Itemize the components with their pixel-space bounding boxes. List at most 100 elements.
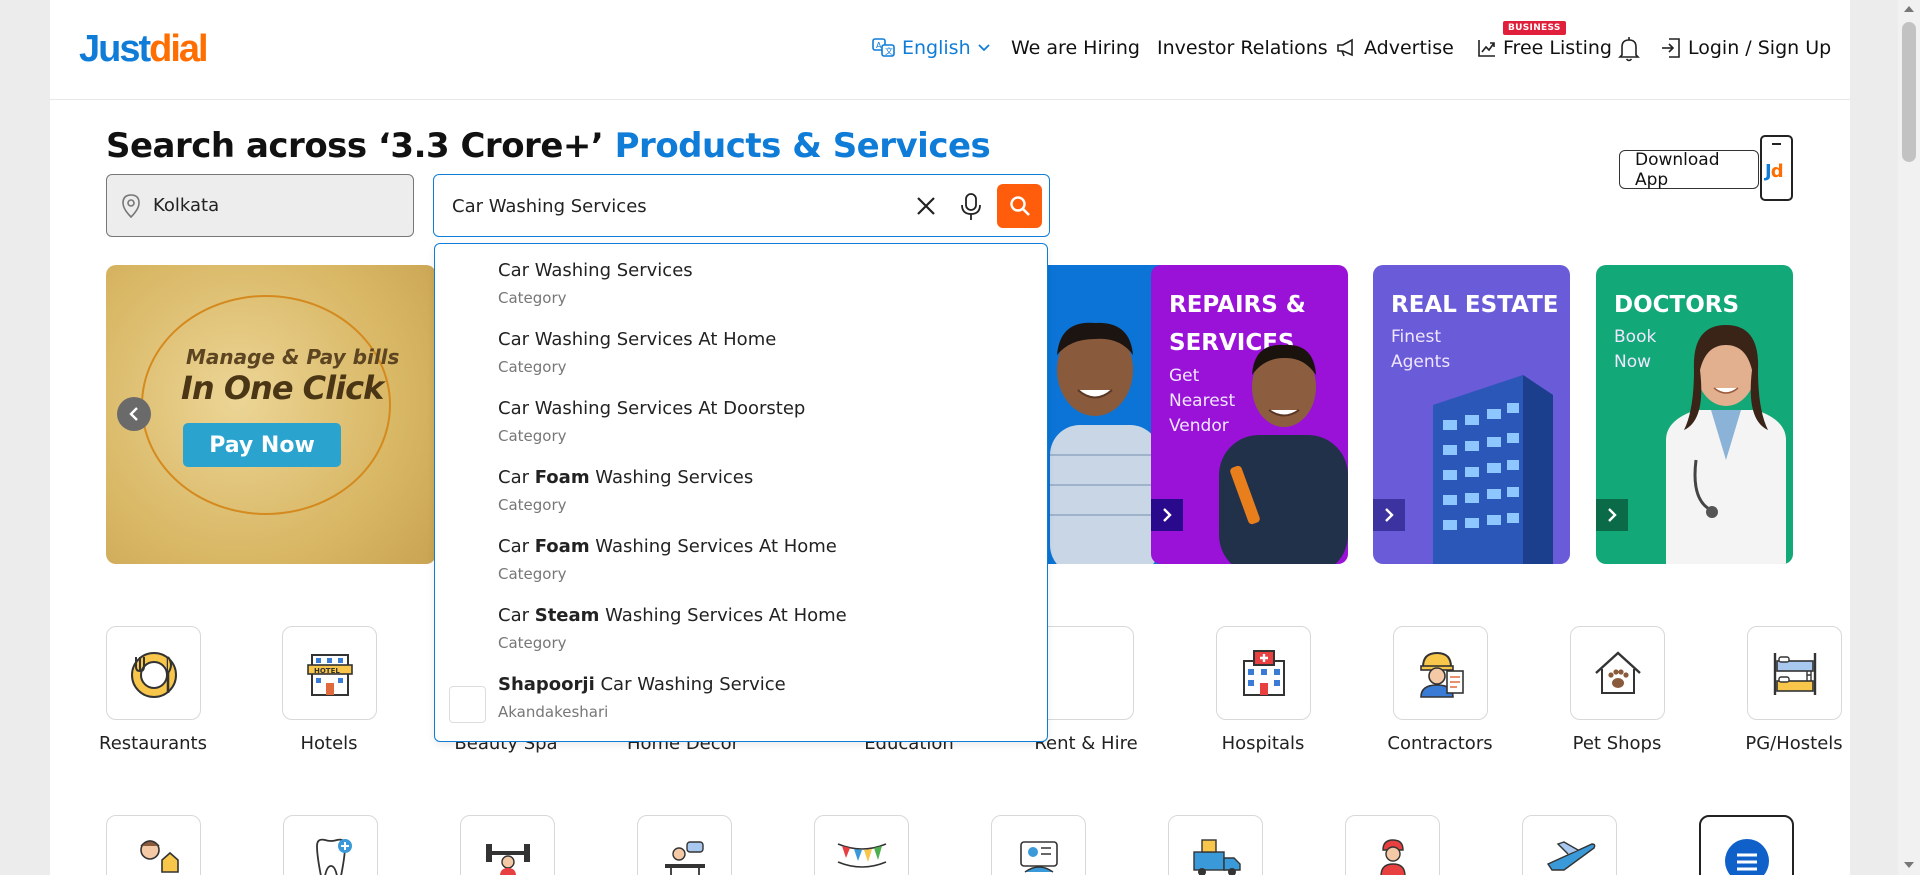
doctors-banner-arrow[interactable]	[1596, 499, 1628, 531]
suggestion-title: Car Washing Services	[498, 260, 693, 281]
category-tile-row2-1[interactable]	[106, 815, 201, 875]
location-pin-icon	[122, 193, 140, 218]
title-part-1: Search across ‘3.3 Crore+’	[106, 126, 604, 166]
chevron-left-icon	[129, 407, 138, 421]
scroll-up-arrow[interactable]	[1904, 6, 1914, 12]
trending-chart-icon	[1478, 40, 1495, 57]
pay-bills-banner[interactable]: Manage & Pay bills In One Click Pay Now	[106, 265, 436, 564]
download-app-button[interactable]: Download App	[1619, 150, 1759, 190]
estate-banner-title: REAL ESTATE	[1391, 292, 1559, 318]
category-tile-row2-8[interactable]	[1345, 815, 1440, 875]
dentist-icon	[315, 838, 352, 875]
megaphone-icon	[1337, 38, 1353, 57]
jd-logo-d: d	[1770, 161, 1784, 182]
category-tile-row2-9[interactable]	[1522, 815, 1617, 875]
notifications-button[interactable]	[1617, 35, 1641, 63]
login-label: Login / Sign Up	[1688, 37, 1832, 59]
doctor-photo	[1666, 325, 1786, 564]
business-badge: BUSINESS	[1503, 21, 1566, 35]
doctors-banner[interactable]: DOCTORS Book Now	[1596, 265, 1793, 564]
real-estate-banner[interactable]: REAL ESTATE Finest Agents	[1373, 265, 1570, 564]
chevron-right-icon	[1608, 508, 1617, 522]
courier-service-icon	[1379, 839, 1406, 875]
airplane-icon	[1546, 841, 1595, 871]
search-icon	[1009, 196, 1030, 216]
logo-part-dial: dial	[149, 28, 208, 70]
investor-relations-link[interactable]: Investor Relations	[1157, 37, 1328, 59]
category-tile-row2-4[interactable]	[637, 815, 732, 875]
technician-photo	[1219, 344, 1348, 564]
category-tile-row2-7[interactable]	[1168, 815, 1263, 875]
suggestion-title: Car Foam Washing Services At Home	[498, 536, 837, 557]
packers-movers-icon	[1192, 839, 1241, 875]
title-part-2: Products & Services	[614, 126, 991, 166]
suggestion-title: Car Washing Services At Home	[498, 329, 777, 350]
gym-icon	[485, 844, 530, 875]
pay-now-button[interactable]: Pay Now	[183, 423, 341, 467]
pay-banner-line2: In One Click	[181, 369, 384, 407]
repairs-title-line1: REPAIRS &	[1169, 292, 1306, 318]
translate-icon: A文	[872, 38, 895, 57]
category-label: PG/Hostels	[1745, 733, 1843, 754]
suggestion-item[interactable]: Car Steam Washing Services At Home Categ…	[435, 589, 1045, 657]
we-are-hiring-link[interactable]: We are Hiring	[1011, 37, 1140, 59]
justdial-logo[interactable]: Justdial	[79, 28, 209, 71]
top-header: Justdial A文 English We are Hiring Invest…	[50, 0, 1850, 100]
search-button[interactable]	[997, 184, 1042, 228]
pay-banner-line1: Manage & Pay bills	[186, 345, 400, 369]
category-tile-row2-2[interactable]	[283, 815, 378, 875]
suggestion-item[interactable]: Car Washing Services At Home Category	[435, 313, 1045, 381]
carousel-prev-button[interactable]	[117, 397, 151, 431]
app-phone-icon[interactable]: Jd	[1760, 135, 1793, 201]
category-tile-row2-3[interactable]	[460, 815, 555, 875]
category-tile-row2-5[interactable]	[814, 815, 909, 875]
language-selector[interactable]: A文 English	[872, 37, 991, 59]
building-illustration	[1433, 375, 1553, 564]
popular-categories-button[interactable]	[1699, 815, 1794, 875]
chevron-down-icon	[977, 44, 990, 52]
suggestion-item[interactable]: Car Foam Washing Services At Home Catego…	[435, 520, 1045, 588]
hospital-icon	[1216, 626, 1311, 720]
page-title: Search across ‘3.3 Crore+’ Products & Se…	[106, 126, 991, 166]
clear-search-button[interactable]	[914, 194, 938, 222]
svg-text:HOTEL: HOTEL	[314, 667, 340, 675]
search-input[interactable]	[452, 193, 892, 219]
repairs-banner-arrow[interactable]	[1151, 499, 1183, 531]
scrollbar-thumb[interactable]	[1902, 22, 1916, 162]
category-tile-row2-6[interactable]	[991, 815, 1086, 875]
menu-icon	[1724, 839, 1769, 875]
suggestion-subtitle: Category	[498, 358, 567, 376]
advertise-link[interactable]: Advertise	[1336, 37, 1454, 59]
category-label: Contractors	[1387, 733, 1493, 754]
event-organiser-icon	[664, 841, 705, 875]
estate-banner-arrow[interactable]	[1373, 499, 1405, 531]
login-signup-link[interactable]: Login / Sign Up	[1660, 37, 1831, 59]
pet-shop-icon	[1570, 626, 1665, 720]
driving-school-icon	[1019, 841, 1058, 873]
scroll-down-arrow[interactable]	[1904, 862, 1914, 868]
voice-search-button[interactable]	[959, 192, 983, 226]
svg-text:文: 文	[885, 46, 893, 56]
suggestion-item[interactable]: Car Foam Washing Services Category	[435, 451, 1045, 519]
party-decor-icon	[837, 843, 886, 868]
category-label: Hotels	[300, 733, 358, 754]
real-estate-agent-icon	[139, 840, 179, 873]
bell-icon	[1618, 37, 1640, 62]
suggestion-item[interactable]: Car Washing Services Category	[435, 244, 1045, 312]
category-label: Hospitals	[1221, 733, 1305, 754]
suggestion-item[interactable]: Car Washing Services At Doorstep Categor…	[435, 382, 1045, 450]
free-listing-link[interactable]: Free Listing	[1477, 37, 1612, 59]
repairs-services-banner[interactable]: REPAIRS & SERVICES Get Nearest Vendor	[1151, 265, 1348, 564]
location-input[interactable]: Kolkata	[106, 174, 414, 237]
svg-text:A: A	[876, 41, 882, 50]
rent-hire-icon	[1039, 626, 1134, 720]
suggestion-title: Car Foam Washing Services	[498, 467, 754, 488]
suggestion-title: Shapoorji Car Washing Service	[498, 674, 786, 695]
close-icon	[917, 197, 935, 215]
suggestion-item[interactable]: Shapoorji Car Washing Service Akandakesh…	[435, 658, 1045, 726]
restaurant-icon	[106, 626, 201, 720]
page-scrollbar[interactable]	[1898, 0, 1920, 875]
suggestion-subtitle: Category	[498, 634, 567, 652]
suggestion-subtitle: Akandakeshari	[498, 703, 609, 721]
search-box	[433, 174, 1050, 237]
